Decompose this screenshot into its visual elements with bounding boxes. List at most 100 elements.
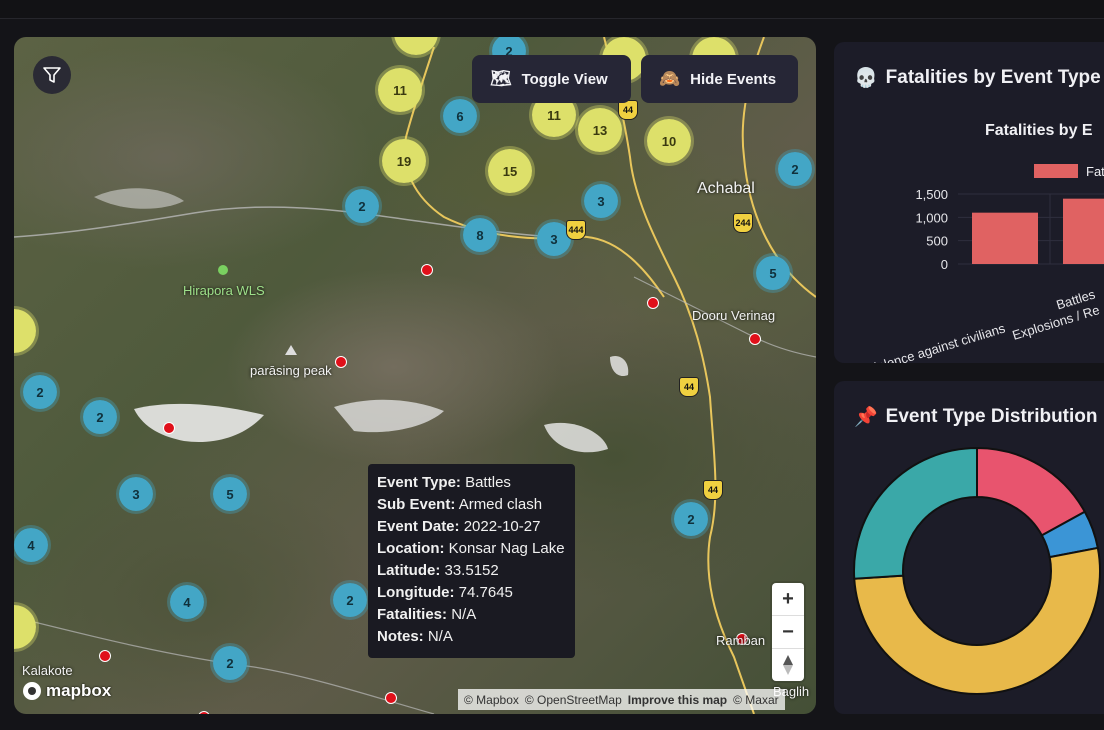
legend-swatch (1034, 164, 1078, 178)
tooltip-row: Fatalities: N/A (377, 604, 566, 626)
toggle-view-button[interactable]: 🗺 Toggle View (472, 55, 631, 103)
event-cluster[interactable]: 5 (210, 474, 250, 514)
top-bar (0, 0, 1104, 19)
skull-icon: 💀 (854, 68, 878, 89)
event-cluster[interactable]: 10 (644, 116, 694, 166)
filter-icon (43, 67, 61, 83)
map-attribution: © Mapbox © OpenStreetMap Improve this map ©… (458, 689, 785, 710)
fatalities-panel: 💀 Fatalities by Event Type Fatalities by… (834, 42, 1104, 363)
event-map[interactable]: 11 19 15 11 13 10 6 2 8 3 3 2 5 2 2 3 5 4 4 2 2 2 2 Achabal Hira… (14, 37, 816, 714)
tooltip-row: Event Type: Battles (377, 472, 566, 494)
zoom-in-button[interactable]: + (772, 583, 804, 616)
tooltip-field-label: Event Type: (377, 474, 461, 491)
tooltip-field-label: Location: (377, 540, 445, 557)
attribution-mapbox-link[interactable]: © Mapbox (464, 693, 519, 707)
tooltip-field-value: Battles (465, 474, 511, 491)
event-cluster[interactable]: 2 (80, 397, 120, 437)
mapbox-logo[interactable]: mapbox (22, 681, 111, 701)
event-cluster[interactable]: 2 (20, 372, 60, 412)
tooltip-field-value: N/A (427, 628, 453, 645)
event-marker[interactable] (421, 264, 433, 276)
toggle-view-button-label: Toggle View (521, 70, 608, 88)
event-marker[interactable] (749, 333, 761, 345)
fatalities-bar-chart: Fat 1,500 1,000 500 0 Violence against civili… (864, 164, 1104, 363)
pushpin-icon: 📌 (854, 407, 878, 428)
hide-events-button[interactable]: 🙈 Hide Events (641, 55, 798, 103)
place-label-dooru: Dooru Verinag (692, 308, 776, 323)
legend-label: Fat (1086, 164, 1104, 179)
event-cluster[interactable]: 11 (375, 65, 425, 115)
park-icon (218, 265, 228, 275)
event-cluster[interactable]: 8 (460, 215, 500, 255)
fatalities-panel-title: 💀 Fatalities by Event Type (854, 66, 1101, 90)
event-cluster[interactable]: 3 (116, 474, 156, 514)
y-tick-label: 1,000 (915, 210, 948, 225)
event-cluster[interactable]: 2 (210, 643, 250, 683)
filter-button[interactable] (33, 56, 71, 94)
event-marker[interactable] (99, 650, 111, 662)
tooltip-field-label: Longitude: (377, 584, 455, 601)
improve-map-link[interactable]: Improve this map (628, 693, 727, 707)
highway-shield: 244 (733, 213, 753, 233)
event-cluster[interactable]: 6 (440, 96, 480, 136)
event-cluster[interactable]: 2 (671, 499, 711, 539)
tooltip-field-label: Fatalities: (377, 606, 448, 623)
event-cluster[interactable]: 5 (753, 253, 793, 293)
event-cluster[interactable]: 2 (342, 186, 382, 226)
distribution-panel-title: 📌 Event Type Distribution (854, 405, 1098, 429)
event-cluster[interactable]: 4 (167, 582, 207, 622)
tooltip-field-value: 2022-10-27 (463, 518, 541, 535)
attribution-osm-link[interactable]: © OpenStreetMap (525, 693, 622, 707)
tooltip-row: Event Date: 2022-10-27 (377, 516, 566, 538)
bar-chart-title: Fatalities by E (985, 122, 1093, 139)
tooltip-field-label: Event Date: (377, 518, 460, 535)
x-tick-label: Violence against civilians (864, 320, 1007, 363)
x-tick-label: Explosions / Re (1010, 302, 1101, 343)
doughnut-slice-3[interactable] (853, 446, 978, 580)
place-label-parasing: parāsing peak (250, 363, 332, 378)
compass-icon (783, 655, 793, 675)
hide-events-button-label: Hide Events (690, 70, 777, 88)
tooltip-field-value: 33.5152 (444, 562, 499, 579)
y-tick-label: 500 (926, 234, 948, 249)
event-cluster[interactable]: 15 (485, 146, 535, 196)
event-cluster[interactable]: 2 (330, 580, 370, 620)
tooltip-field-label: Notes: (377, 628, 424, 645)
mapbox-logo-text: mapbox (46, 681, 112, 700)
bar-0[interactable] (972, 212, 1038, 264)
tooltip-row: Notes: N/A (377, 626, 566, 648)
tooltip-row: Latitude: 33.5152 (377, 560, 566, 582)
place-label-hirapora: Hirapora WLS (183, 283, 265, 298)
y-tick-label: 1,500 (915, 187, 948, 202)
highway-shield: 44 (679, 377, 699, 397)
fatalities-title-text: Fatalities by Event Type (885, 67, 1101, 88)
event-marker[interactable] (385, 692, 397, 704)
place-label-kalakote: Kalakote (22, 663, 73, 678)
event-marker[interactable] (163, 422, 175, 434)
compass-button[interactable] (772, 649, 804, 681)
highway-shield: 444 (566, 220, 586, 240)
bar-1[interactable] (1063, 198, 1104, 264)
event-cluster[interactable]: 19 (379, 136, 429, 186)
attribution-maxar-link[interactable]: © Maxar (733, 693, 779, 707)
tooltip-field-label: Sub Event: (377, 496, 456, 513)
place-label-achabal: Achabal (697, 180, 755, 197)
see-no-evil-monkey-icon: 🙈 (659, 69, 681, 88)
event-marker[interactable] (647, 297, 659, 309)
event-cluster[interactable]: 2 (775, 149, 815, 189)
map-icon: 🗺 (490, 69, 512, 88)
tooltip-row: Sub Event: Armed clash (377, 494, 566, 516)
zoom-control: + − (772, 583, 804, 681)
event-cluster[interactable]: 3 (581, 181, 621, 221)
peak-icon (285, 345, 297, 355)
tooltip-row: Longitude: 74.7645 (377, 582, 566, 604)
event-marker[interactable] (335, 356, 347, 368)
tooltip-field-value: 74.7645 (458, 584, 513, 601)
distribution-title-text: Event Type Distribution (885, 406, 1098, 427)
y-tick-label: 0 (941, 257, 948, 272)
event-type-doughnut-chart (853, 446, 1101, 695)
tooltip-field-value: N/A (451, 606, 477, 623)
highway-shield: 44 (618, 100, 638, 120)
zoom-out-button[interactable]: − (772, 616, 804, 649)
tooltip-row: Location: Konsar Nag Lake (377, 538, 566, 560)
